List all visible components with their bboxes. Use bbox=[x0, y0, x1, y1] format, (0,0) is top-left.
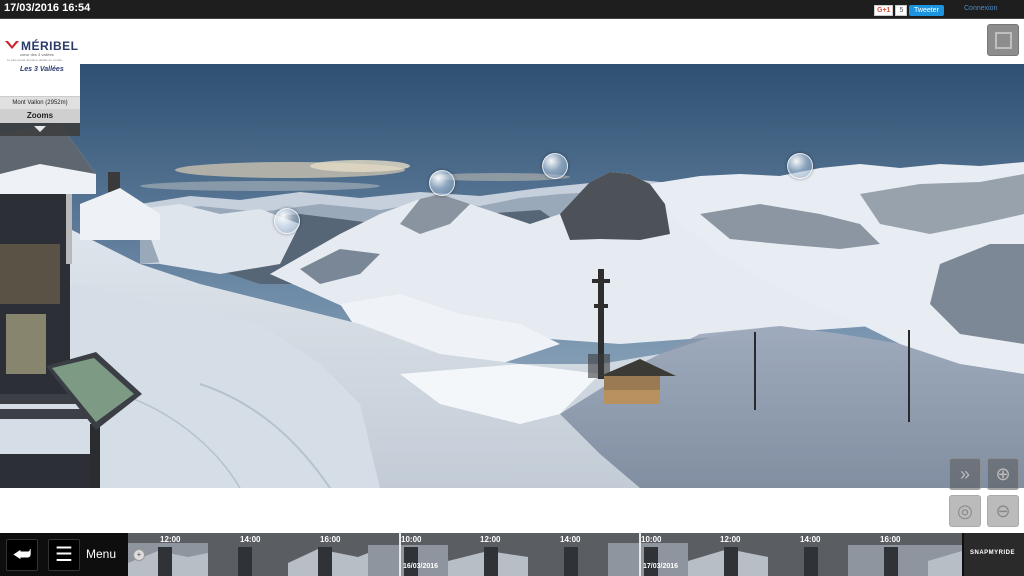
timeline-day-label: 17/03/2016 bbox=[643, 563, 679, 570]
fullscreen-button[interactable] bbox=[987, 24, 1019, 56]
top-bar: 17/03/2016 16:54 G+1 5 Tweeter Connexion bbox=[0, 0, 1024, 19]
timeline[interactable]: 12:00 14:00 16:00 10:00 12:00 14:00 10:0… bbox=[128, 533, 962, 576]
timeline-tick[interactable]: 10:00 bbox=[641, 535, 661, 544]
zoom-in-button[interactable]: ⊕ bbox=[987, 458, 1019, 490]
header-band bbox=[0, 19, 1024, 64]
timeline-tick[interactable]: 14:00 bbox=[800, 535, 820, 544]
poi-marker[interactable] bbox=[274, 208, 300, 234]
capture-datetime: 17/03/2016 16:54 bbox=[4, 2, 91, 14]
google-plus-button[interactable]: G+1 5 bbox=[874, 5, 908, 16]
peak-label: Mont Vallon (2952m) bbox=[0, 96, 80, 109]
poi-marker[interactable] bbox=[787, 153, 813, 179]
chevron-logo-icon bbox=[5, 41, 19, 49]
tweet-button[interactable]: Tweeter bbox=[909, 5, 944, 16]
bottom-bar: ⮨ ☰ Menu 12:00 14:00 16:00 10:00 12:00 1… bbox=[0, 533, 1024, 576]
panorama-view[interactable] bbox=[0, 64, 1024, 488]
logo-subtitle: cœur des 3 vallées bbox=[20, 52, 54, 57]
snapmyride-logo[interactable]: SNAPMYRIDE bbox=[964, 533, 1024, 576]
snapmyride-label: SNAPMYRIDE bbox=[970, 550, 1016, 556]
menu-label: Menu bbox=[86, 547, 117, 561]
timeline-tick[interactable]: 12:00 bbox=[160, 535, 180, 544]
fast-forward-button[interactable]: » bbox=[949, 458, 981, 490]
poi-marker[interactable] bbox=[429, 170, 455, 196]
timeline-tick[interactable]: 12:00 bbox=[720, 535, 740, 544]
fullscreen-icon bbox=[995, 32, 1012, 49]
poi-marker[interactable] bbox=[542, 153, 568, 179]
panorama-image bbox=[0, 64, 1024, 488]
timeline-add-icon[interactable]: + bbox=[133, 549, 145, 561]
timeline-day-label: 16/03/2016 bbox=[403, 563, 439, 570]
zooms-toggle[interactable] bbox=[0, 123, 80, 136]
resort-logo[interactable]: MÉRIBEL cœur des 3 vallées Le plus grand… bbox=[0, 19, 80, 96]
logo-tagline: Le plus grand domaine skiable du monde bbox=[7, 58, 62, 62]
add-return-button[interactable]: ⮨ bbox=[6, 539, 38, 571]
menu-button[interactable]: ☰ bbox=[48, 539, 80, 571]
google-plus-label: G+1 bbox=[874, 5, 894, 16]
timeline-tick[interactable]: 16:00 bbox=[880, 535, 900, 544]
timeline-tick[interactable]: 10:00 bbox=[401, 535, 421, 544]
login-link[interactable]: Connexion bbox=[964, 5, 997, 12]
google-plus-count: 5 bbox=[895, 5, 908, 16]
timeline-tick[interactable]: 16:00 bbox=[320, 535, 340, 544]
hamburger-icon: ☰ bbox=[55, 544, 73, 566]
timeline-tick[interactable]: 14:00 bbox=[240, 535, 260, 544]
timeline-tick[interactable]: 14:00 bbox=[560, 535, 580, 544]
compare-button[interactable]: ◎ bbox=[949, 495, 981, 527]
logo-brand: MÉRIBEL bbox=[21, 39, 79, 53]
zooms-button[interactable]: Zooms bbox=[0, 109, 80, 123]
timeline-tick[interactable]: 12:00 bbox=[480, 535, 500, 544]
logo-3-vallees: Les 3 Vallées bbox=[20, 66, 64, 73]
add-return-icon: ⮨ bbox=[12, 544, 32, 566]
zoom-out-button[interactable]: ⊖ bbox=[987, 495, 1019, 527]
